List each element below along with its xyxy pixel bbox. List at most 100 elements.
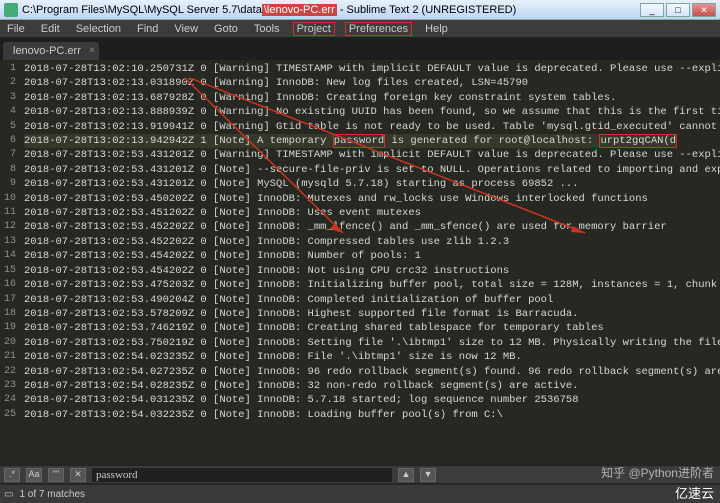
line-text: 2018-07-28T13:02:53.454202Z 0 [Note] Inn… <box>24 264 509 278</box>
line-text: 2018-07-28T13:02:13.919941Z 0 [Warning] … <box>24 120 720 134</box>
line-text: 2018-07-28T13:02:54.031235Z 0 [Note] Inn… <box>24 393 579 407</box>
menu-bar: File Edit Selection Find View Goto Tools Projec… <box>0 20 720 38</box>
highlighted-password-value: urpt2gqCAN(d <box>599 134 677 148</box>
editor-line[interactable]: 162018-07-28T13:02:53.475203Z 0 [Note] I… <box>0 278 720 292</box>
menu-preferences[interactable]: Preferences <box>345 22 412 36</box>
line-number: 6 <box>0 134 24 148</box>
tab-close-icon[interactable]: × <box>89 45 95 56</box>
line-text: 2018-07-28T13:02:13.888939Z 0 [Warning] … <box>24 105 720 119</box>
editor-line[interactable]: 72018-07-28T13:02:53.431201Z 0 [Warning]… <box>0 148 720 162</box>
line-text: 2018-07-28T13:02:54.028235Z 0 [Note] Inn… <box>24 379 579 393</box>
find-close-button[interactable]: ✕ <box>70 468 86 482</box>
line-number: 21 <box>0 350 24 364</box>
app-icon <box>4 3 18 17</box>
editor-line[interactable]: 242018-07-28T13:02:54.031235Z 0 [Note] I… <box>0 393 720 407</box>
find-input[interactable] <box>92 468 392 482</box>
editor-line[interactable]: 32018-07-28T13:02:13.687928Z 0 [Warning]… <box>0 91 720 105</box>
line-text: 2018-07-28T13:02:53.431201Z 0 [Warning] … <box>24 148 720 162</box>
line-number: 25 <box>0 408 24 422</box>
menu-help[interactable]: Help <box>422 23 451 35</box>
line-text: 2018-07-28T13:02:13.687928Z 0 [Warning] … <box>24 91 616 105</box>
editor-line[interactable]: 22018-07-28T13:02:13.031890Z 0 [Warning]… <box>0 76 720 90</box>
editor-line[interactable]: 102018-07-28T13:02:53.450202Z 0 [Note] I… <box>0 192 720 206</box>
editor-line[interactable]: 212018-07-28T13:02:54.023235Z 0 [Note] I… <box>0 350 720 364</box>
line-text: 2018-07-28T13:02:53.450202Z 0 [Note] Inn… <box>24 192 648 206</box>
line-number: 10 <box>0 192 24 206</box>
line-number: 8 <box>0 163 24 177</box>
menu-find[interactable]: Find <box>134 23 161 35</box>
find-word-toggle[interactable]: "" <box>48 468 64 482</box>
find-case-toggle[interactable]: Aa <box>26 468 42 482</box>
match-count: 1 of 7 matches <box>19 489 85 500</box>
editor-line[interactable]: 252018-07-28T13:02:54.032235Z 0 [Note] I… <box>0 408 720 422</box>
menu-edit[interactable]: Edit <box>38 23 63 35</box>
line-number: 12 <box>0 220 24 234</box>
line-text: 2018-07-28T13:02:53.454202Z 0 [Note] Inn… <box>24 249 421 263</box>
editor-area[interactable]: 12018-07-28T13:02:10.250731Z 0 [Warning]… <box>0 60 720 480</box>
window-title: C:\Program Files\MySQL\MySQL Server 5.7\… <box>22 4 640 16</box>
editor-line[interactable]: 12018-07-28T13:02:10.250731Z 0 [Warning]… <box>0 62 720 76</box>
menu-project[interactable]: Project <box>293 22 335 36</box>
line-text: 2018-07-28T13:02:53.475203Z 0 [Note] Inn… <box>24 278 720 292</box>
line-text: 2018-07-28T13:02:53.750219Z 0 [Note] Inn… <box>24 336 720 350</box>
editor-line[interactable]: 132018-07-28T13:02:53.452202Z 0 [Note] I… <box>0 235 720 249</box>
line-number: 19 <box>0 321 24 335</box>
menu-selection[interactable]: Selection <box>73 23 124 35</box>
line-number: 3 <box>0 91 24 105</box>
menu-goto[interactable]: Goto <box>211 23 241 35</box>
editor-line[interactable]: 52018-07-28T13:02:13.919941Z 0 [Warning]… <box>0 120 720 134</box>
editor-line[interactable]: 112018-07-28T13:02:53.451202Z 0 [Note] I… <box>0 206 720 220</box>
line-number: 9 <box>0 177 24 191</box>
find-prev-button[interactable]: ▲ <box>398 468 414 482</box>
line-text: 2018-07-28T13:02:53.578209Z 0 [Note] Inn… <box>24 307 579 321</box>
editor-line[interactable]: 122018-07-28T13:02:53.452202Z 0 [Note] I… <box>0 220 720 234</box>
status-bar: ▭ 1 of 7 matches 知乎 @Python进阶者 亿速云 <box>0 485 720 503</box>
editor-line[interactable]: 42018-07-28T13:02:13.888939Z 0 [Warning]… <box>0 105 720 119</box>
maximize-button[interactable]: □ <box>666 3 690 17</box>
line-number: 17 <box>0 293 24 307</box>
find-regex-toggle[interactable]: .* <box>4 468 20 482</box>
line-number: 13 <box>0 235 24 249</box>
line-number: 23 <box>0 379 24 393</box>
line-number: 16 <box>0 278 24 292</box>
line-number: 14 <box>0 249 24 263</box>
editor-line[interactable]: 62018-07-28T13:02:13.942942Z 1 [Note] A … <box>0 134 720 148</box>
editor-line[interactable]: 82018-07-28T13:02:53.431201Z 0 [Note] --… <box>0 163 720 177</box>
editor-line[interactable]: 182018-07-28T13:02:53.578209Z 0 [Note] I… <box>0 307 720 321</box>
editor-line[interactable]: 192018-07-28T13:02:53.746219Z 0 [Note] I… <box>0 321 720 335</box>
line-number: 2 <box>0 76 24 90</box>
line-number: 22 <box>0 365 24 379</box>
find-next-button[interactable]: ▼ <box>420 468 436 482</box>
highlighted-password-label: password <box>333 134 385 148</box>
line-text: 2018-07-28T13:02:53.452202Z 0 [Note] Inn… <box>24 235 509 249</box>
line-number: 20 <box>0 336 24 350</box>
editor-line[interactable]: 152018-07-28T13:02:53.454202Z 0 [Note] I… <box>0 264 720 278</box>
editor-line[interactable]: 172018-07-28T13:02:53.490204Z 0 [Note] I… <box>0 293 720 307</box>
line-text: 2018-07-28T13:02:53.451202Z 0 [Note] Inn… <box>24 206 421 220</box>
line-number: 1 <box>0 62 24 76</box>
editor-line[interactable]: 92018-07-28T13:02:53.431201Z 0 [Note] My… <box>0 177 720 191</box>
editor-line[interactable]: 202018-07-28T13:02:53.750219Z 0 [Note] I… <box>0 336 720 350</box>
minimize-button[interactable]: _ <box>640 3 664 17</box>
editor-line[interactable]: 232018-07-28T13:02:54.028235Z 0 [Note] I… <box>0 379 720 393</box>
line-number: 24 <box>0 393 24 407</box>
line-number: 4 <box>0 105 24 119</box>
line-text: 2018-07-28T13:02:53.452202Z 0 [Note] Inn… <box>24 220 667 234</box>
line-text: 2018-07-28T13:02:53.746219Z 0 [Note] Inn… <box>24 321 604 335</box>
close-button[interactable]: ✕ <box>692 3 716 17</box>
watermark-zhihu: 知乎 @Python进阶者 <box>601 464 714 481</box>
window-titlebar: C:\Program Files\MySQL\MySQL Server 5.7\… <box>0 0 720 20</box>
line-text: 2018-07-28T13:02:53.431201Z 0 [Note] MyS… <box>24 177 579 191</box>
editor-line[interactable]: 222018-07-28T13:02:54.027235Z 0 [Note] I… <box>0 365 720 379</box>
menu-tools[interactable]: Tools <box>251 23 283 35</box>
tab-file[interactable]: lenovo-PC.err × <box>3 42 99 60</box>
line-text: 2018-07-28T13:02:53.490204Z 0 [Note] Inn… <box>24 293 553 307</box>
line-number: 7 <box>0 148 24 162</box>
menu-file[interactable]: File <box>4 23 28 35</box>
menu-view[interactable]: View <box>171 23 201 35</box>
line-text: 2018-07-28T13:02:54.023235Z 0 [Note] Inn… <box>24 350 522 364</box>
watermark-logo: 亿速云 <box>675 483 714 502</box>
line-text: 2018-07-28T13:02:10.250731Z 0 [Warning] … <box>24 62 720 76</box>
editor-line[interactable]: 142018-07-28T13:02:53.454202Z 0 [Note] I… <box>0 249 720 263</box>
line-number: 11 <box>0 206 24 220</box>
